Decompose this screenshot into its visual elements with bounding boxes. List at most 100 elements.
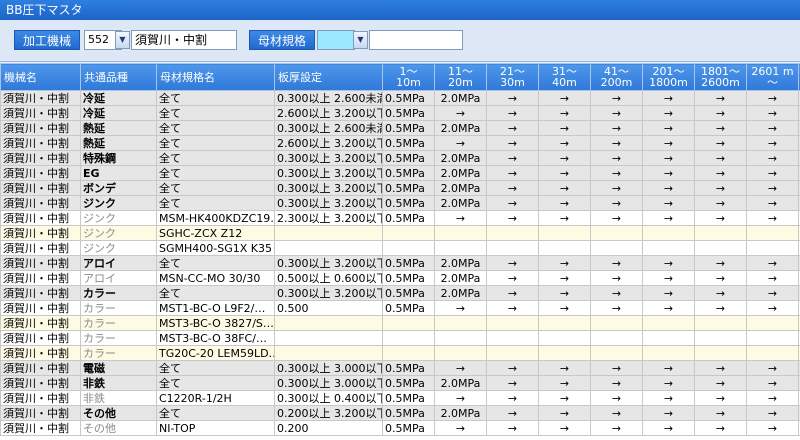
table-cell: → [694, 360, 747, 376]
column-header[interactable]: 板厚設定 [274, 63, 383, 91]
table-cell: → [746, 360, 799, 376]
table-cell: 熱延 [80, 120, 157, 136]
table-row[interactable]: 須賀川・中割 熱延 全て 0.300以上 2.600未満 0.5MPa 2.0MPa → → →… [0, 120, 800, 136]
material-code-input[interactable] [317, 30, 355, 50]
table-row[interactable]: 須賀川・中割 その他 全て 0.200以上 3.200以下 0.5MPa 2.0MPa → →… [0, 405, 800, 421]
column-header[interactable]: 21～ 30m [486, 63, 539, 91]
column-header[interactable]: 1801～ 2600m [694, 63, 747, 91]
material-dropdown-button[interactable]: ▼ [353, 31, 368, 49]
table-cell: → [590, 270, 643, 286]
column-header[interactable]: 31～ 40m [538, 63, 591, 91]
table-cell: → [434, 300, 487, 316]
table-cell [642, 345, 695, 361]
table-cell: → [642, 180, 695, 196]
table-cell: 全て [156, 135, 275, 151]
table-cell: → [642, 270, 695, 286]
table-cell [274, 345, 383, 361]
table-cell: → [642, 300, 695, 316]
material-name-field [369, 30, 463, 50]
column-header[interactable]: 機械名 [0, 63, 81, 91]
table-row[interactable]: 須賀川・中割 カラー MST3-BC-O 3827/S… [0, 315, 800, 331]
table-cell: 須賀川・中割 [0, 330, 81, 346]
table-row[interactable]: 須賀川・中割 ジンク SGHC-ZCX Z12 [0, 225, 800, 241]
table-cell: 須賀川・中割 [0, 135, 81, 151]
table-cell [486, 240, 539, 256]
table-cell: 0.5MPa [382, 180, 435, 196]
table-row[interactable]: 須賀川・中割 カラー 全て 0.300以上 3.200以下 0.5MPa 2.0MPa → →… [0, 285, 800, 301]
table-cell: 須賀川・中割 [0, 165, 81, 181]
table-cell: 2.0MPa [434, 285, 487, 301]
table-row[interactable]: 須賀川・中割 ジンク SGMH400-SG1X K35 [0, 240, 800, 256]
table-cell [746, 315, 799, 331]
table-cell: → [486, 285, 539, 301]
table-row[interactable]: 須賀川・中割 非鉄 C1220R-1/2H 0.300以上 0.400以下 0.5MPa… [0, 390, 800, 406]
table-cell: → [746, 285, 799, 301]
table-cell [434, 330, 487, 346]
table-row[interactable]: 須賀川・中割 ボンデ 全て 0.300以上 3.200以下 0.5MPa 2.0MPa → →… [0, 180, 800, 196]
machine-dropdown-button[interactable]: ▼ [115, 31, 130, 49]
table-cell: → [434, 105, 487, 121]
table-cell: → [590, 210, 643, 226]
table-row[interactable]: 須賀川・中割 カラー MST1-BC-O L9F2/… 0.500 0.5MPa → → → →… [0, 300, 800, 316]
table-row[interactable]: 須賀川・中割 ジンク MSM-HK400KDZC19… 2.300以上 3.200以下… [0, 210, 800, 226]
column-header[interactable]: 201～ 1800m [642, 63, 695, 91]
column-header[interactable]: 1～ 10m [382, 63, 435, 91]
table-cell: 2.600以上 3.200以下 [274, 105, 383, 121]
table-cell: 全て [156, 180, 275, 196]
table-row[interactable]: 須賀川・中割 ジンク 全て 0.300以上 3.200以下 0.5MPa 2.0MPa → →… [0, 195, 800, 211]
table-cell [538, 240, 591, 256]
column-header[interactable]: 2601 m ～ [746, 63, 799, 91]
table-cell: 全て [156, 375, 275, 391]
column-header[interactable]: 11～ 20m [434, 63, 487, 91]
table-cell: SGHC-ZCX Z12 [156, 225, 275, 241]
table-cell: → [746, 105, 799, 121]
table-cell: 須賀川・中割 [0, 345, 81, 361]
table-cell: 0.5MPa [382, 255, 435, 271]
table-row[interactable]: 須賀川・中割 カラー TG20C-20 LEM59LD… [0, 345, 800, 361]
table-cell: → [486, 375, 539, 391]
table-cell: → [590, 150, 643, 166]
table-cell: → [694, 150, 747, 166]
table-row[interactable]: 須賀川・中割その他NI-TOP0.2000.5MPa→→→→→→→ラ [0, 420, 800, 436]
table-cell: 熱延 [80, 135, 157, 151]
table-cell: 0.5MPa [382, 105, 435, 121]
table-cell: → [486, 210, 539, 226]
table-cell: → [590, 135, 643, 151]
table-cell: その他 [80, 405, 157, 421]
table-cell: → [642, 210, 695, 226]
column-header[interactable]: 共通品種 [80, 63, 157, 91]
table-row[interactable]: 須賀川・中割 アロイ MSN-CC-MO 30/30 0.500以上 0.600以下 0… [0, 270, 800, 286]
table-cell [274, 315, 383, 331]
table-row[interactable]: 須賀川・中割 アロイ 全て 0.300以上 3.200以下 0.5MPa 2.0MPa → →… [0, 255, 800, 271]
table-row[interactable]: 須賀川・中割 EG 全て 0.300以上 3.200以下 0.5MPa 2.0MPa → → →… [0, 165, 800, 181]
table-cell: → [538, 105, 591, 121]
table-cell: 全て [156, 120, 275, 136]
table-cell: → [694, 195, 747, 211]
table-row[interactable]: 須賀川・中割 特殊鋼 全て 0.300以上 3.200以下 0.5MPa 2.0MPa → →… [0, 150, 800, 166]
table-header-row: 機械名 共通品種 母材規格名 板厚設定 1～ 10m 11～ 20m 21～ 30m 31～ 40m 4… [0, 63, 800, 91]
table-cell: 冷延 [80, 105, 157, 121]
table-cell: 須賀川・中割 [0, 225, 81, 241]
table-row[interactable]: 須賀川・中割冷延全て2.600以上 3.200以下0.5MPa→→→→→→→ラ [0, 105, 800, 121]
column-header[interactable]: 41～ 200m [590, 63, 643, 91]
table-cell: → [694, 270, 747, 286]
table-cell: → [538, 405, 591, 421]
table-row[interactable]: 須賀川・中割 非鉄 全て 0.300以上 3.000以下 0.5MPa 2.0MPa → → →… [0, 375, 800, 391]
table-cell: MSN-CC-MO 30/30 [156, 270, 275, 286]
table-cell: → [486, 360, 539, 376]
table-row[interactable]: 須賀川・中割熱延全て2.600以上 3.200以下0.5MPa→→→→→→→ラ [0, 135, 800, 151]
table-row[interactable]: 須賀川・中割電磁全て0.300以上 3.000以下0.5MPa→→→→→→→ラ [0, 360, 800, 376]
table-cell: ジンク [80, 210, 157, 226]
table-cell [382, 225, 435, 241]
table-row[interactable]: 須賀川・中割 カラー MST3-BC-O 38FC/… [0, 330, 800, 346]
table-cell: → [746, 405, 799, 421]
table-row[interactable]: 須賀川・中割 冷延 全て 0.300以上 2.600未満 0.5MPa 2.0MPa → → →… [0, 90, 800, 106]
table-cell: 須賀川・中割 [0, 120, 81, 136]
table-cell: → [486, 300, 539, 316]
table-cell: → [694, 420, 747, 436]
table-cell: カラー [80, 330, 157, 346]
column-header[interactable]: 母材規格名 [156, 63, 275, 91]
table-cell: 0.5MPa [382, 285, 435, 301]
table-cell: 全て [156, 285, 275, 301]
table-cell: → [538, 300, 591, 316]
